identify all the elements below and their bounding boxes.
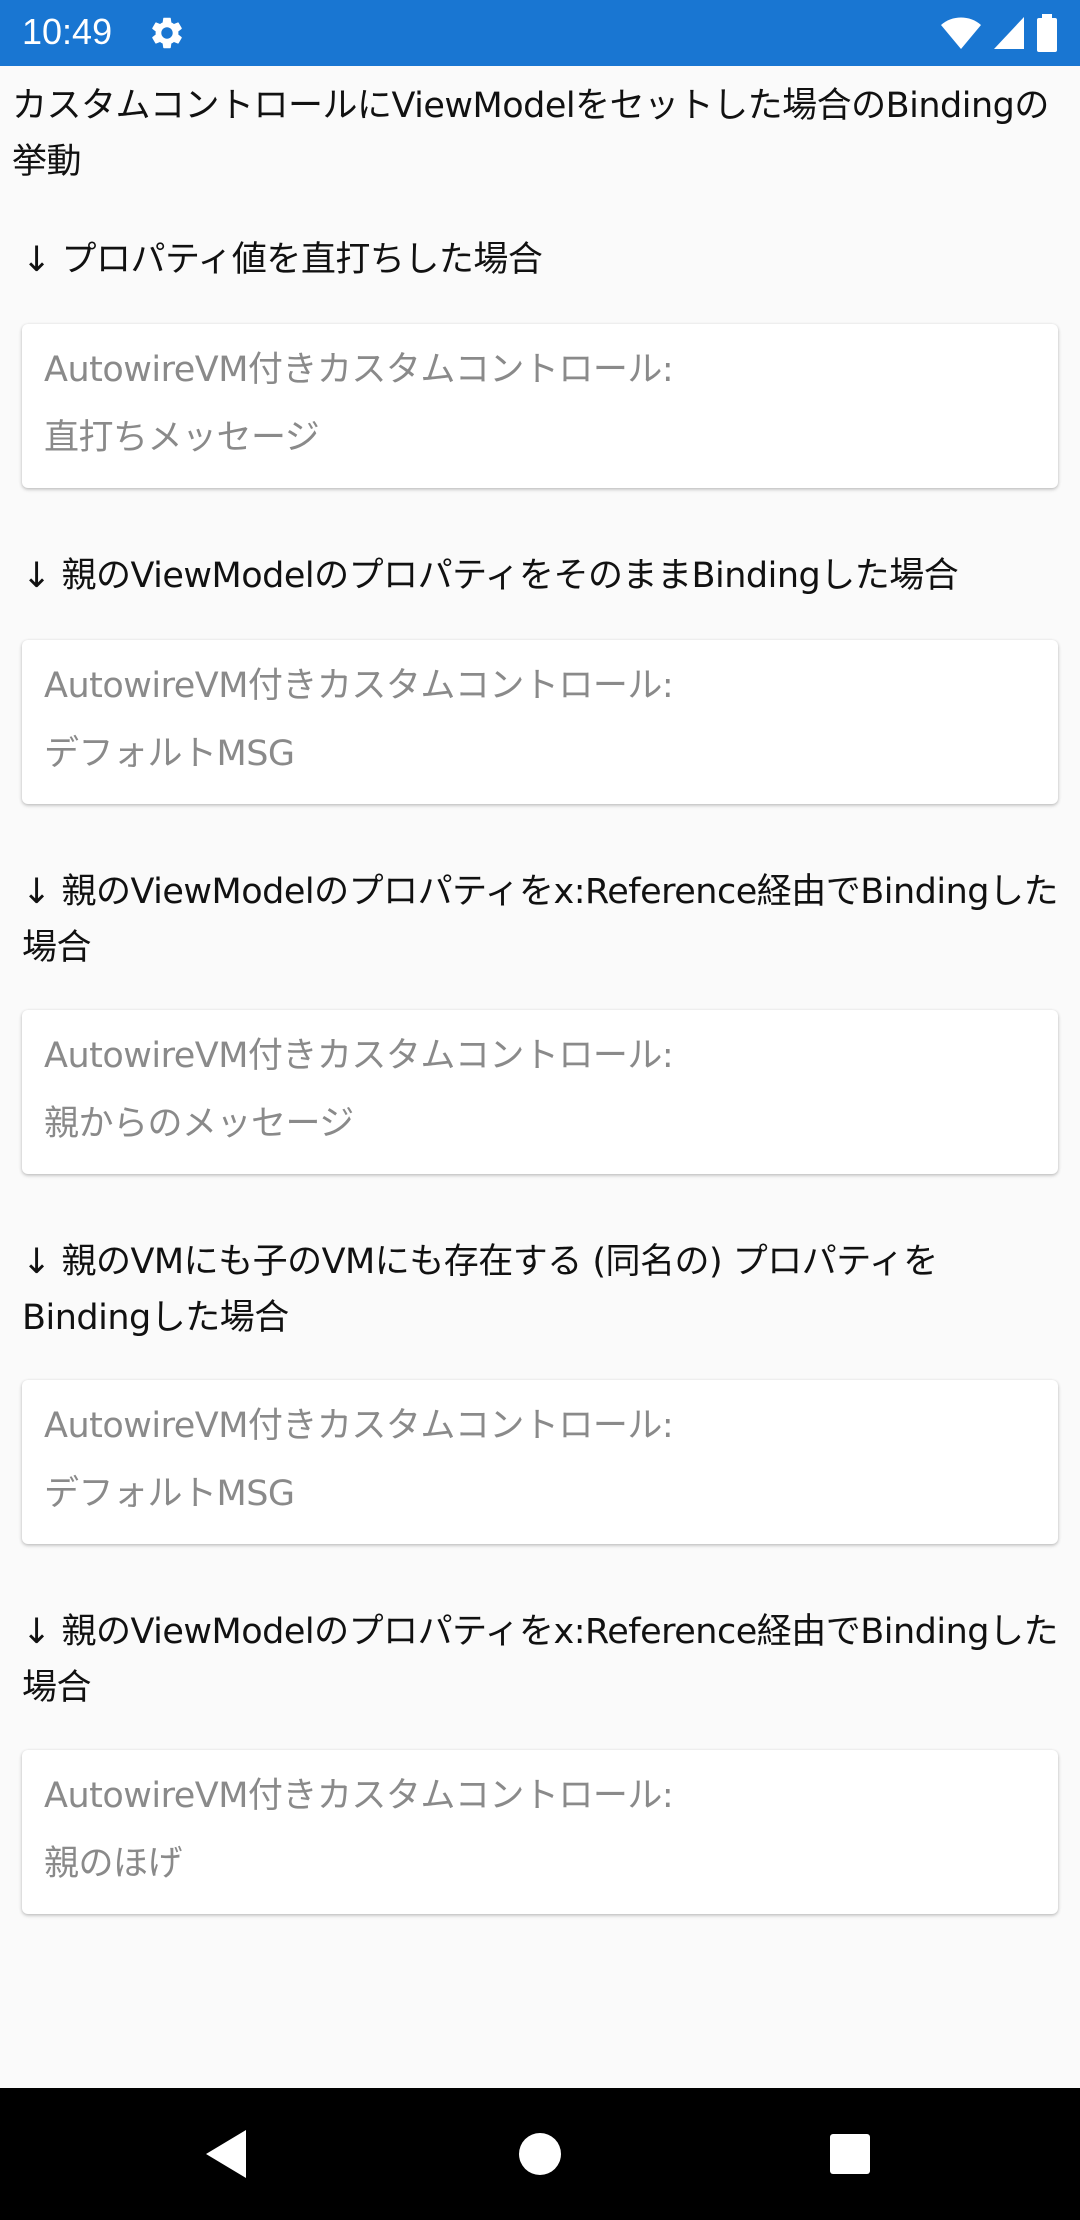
back-icon	[206, 2130, 246, 2178]
custom-control-card: AutowireVM付きカスタムコントロール: デフォルトMSG	[22, 640, 1058, 804]
section-label: ↓ 親のViewModelのプロパティをx:Reference経由でBindin…	[22, 872, 1059, 968]
section-label: ↓ プロパティ値を直打ちした場合	[22, 240, 543, 280]
section-label: ↓ 親のViewModelのプロパティをx:Reference経由でBindin…	[22, 1612, 1059, 1708]
custom-control-card: AutowireVM付きカスタムコントロール: 親のほげ	[22, 1750, 1058, 1914]
back-button[interactable]	[196, 2124, 256, 2184]
signal-icon	[994, 17, 1024, 49]
home-button[interactable]	[510, 2124, 570, 2184]
custom-control-card: AutowireVM付きカスタムコントロール: 直打ちメッセージ	[22, 324, 1058, 488]
card-value: 直打ちメッセージ	[44, 418, 320, 458]
card-title: AutowireVM付きカスタムコントロール:	[44, 1406, 674, 1446]
navigation-bar	[0, 2088, 1080, 2220]
card-value: 親からのメッセージ	[44, 1104, 354, 1144]
status-time: 10:49	[22, 11, 113, 52]
recents-button[interactable]	[820, 2124, 880, 2184]
card-value: デフォルトMSG	[44, 734, 295, 774]
content-area: カスタムコントロールにViewModelをセットした場合のBindingの挙動 …	[0, 66, 1080, 2088]
section-label: ↓ 親のVMにも子のVMにも存在する (同名の) プロパティをBindingした…	[22, 1242, 938, 1338]
card-title: AutowireVM付きカスタムコントロール:	[44, 666, 674, 706]
section-label: ↓ 親のViewModelのプロパティをそのままBindingした場合	[22, 556, 959, 596]
status-icons	[940, 14, 1058, 52]
custom-control-card: AutowireVM付きカスタムコントロール: 親からのメッセージ	[22, 1010, 1058, 1174]
battery-icon	[1037, 14, 1057, 52]
card-title: AutowireVM付きカスタムコントロール:	[44, 350, 674, 390]
status-bar: 10:49	[0, 0, 1080, 66]
recents-icon	[830, 2134, 870, 2174]
settings-icon	[152, 17, 182, 49]
page-title: カスタムコントロールにViewModelをセットした場合のBindingの挙動	[12, 86, 1049, 182]
card-value: デフォルトMSG	[44, 1474, 295, 1514]
card-title: AutowireVM付きカスタムコントロール:	[44, 1776, 674, 1816]
custom-control-card: AutowireVM付きカスタムコントロール: デフォルトMSG	[22, 1380, 1058, 1544]
card-value: 親のほげ	[44, 1844, 183, 1884]
home-icon	[519, 2133, 561, 2175]
wifi-icon	[941, 17, 981, 49]
card-title: AutowireVM付きカスタムコントロール:	[44, 1036, 674, 1076]
